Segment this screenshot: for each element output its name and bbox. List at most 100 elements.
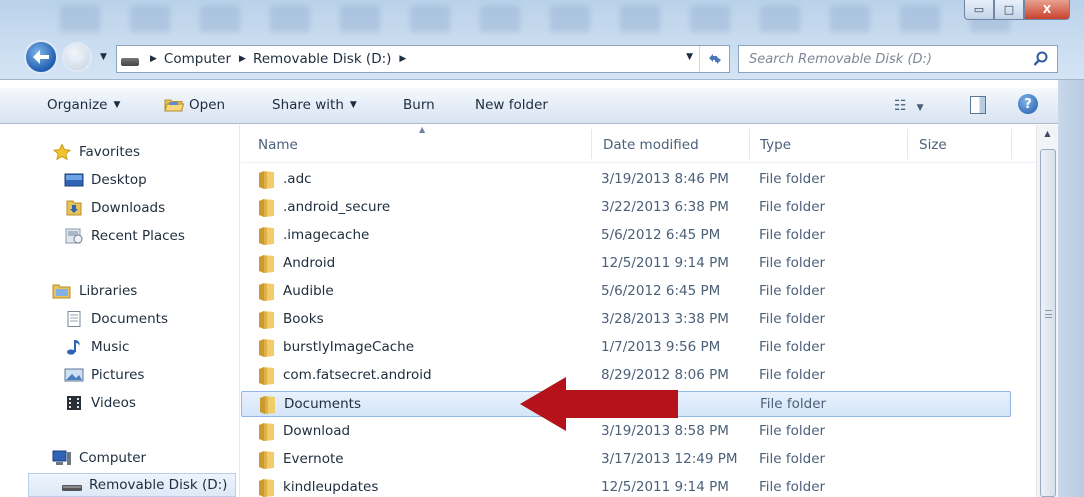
nav-item-label: Recent Places <box>91 228 185 244</box>
table-row[interactable]: Audible 5/6/2012 6:45 PM File folder <box>241 279 1011 305</box>
column-header-size[interactable]: Size <box>919 137 947 153</box>
documents-icon <box>67 311 81 327</box>
scroll-thumb[interactable] <box>1040 149 1056 497</box>
share-with-button[interactable]: Share with ▼ <box>272 97 357 113</box>
nav-item-label: Pictures <box>91 367 145 383</box>
table-row[interactable]: Books 3/28/2013 3:38 PM File folder <box>241 307 1011 333</box>
breadcrumb-computer[interactable]: Computer <box>164 51 231 67</box>
nav-item-documents[interactable]: Documents <box>64 309 168 329</box>
column-divider[interactable] <box>591 129 592 159</box>
chevron-down-icon: ▼ <box>349 100 357 110</box>
refresh-icon <box>708 54 721 64</box>
table-row[interactable]: burstlyImageCache 1/7/2013 9:56 PM File fo… <box>241 335 1011 361</box>
nav-libraries[interactable]: Libraries <box>52 281 137 301</box>
red-annotation-arrow <box>520 377 678 431</box>
minimize-button[interactable]: ▭ <box>964 0 994 20</box>
file-list: ▲ Name Date modified Type Size .adc 3/19/… <box>241 125 1036 497</box>
file-name: .imagecache <box>283 227 370 243</box>
file-name: .adc <box>283 171 312 187</box>
nav-item-removable-disk[interactable]: Removable Disk (D:) <box>28 473 236 497</box>
nav-item-music[interactable]: Music <box>64 337 129 357</box>
file-type: File folder <box>759 227 826 243</box>
address-bar[interactable]: ▶ Computer ▶ Removable Disk (D:) ▶ ▼ <box>116 45 730 73</box>
organize-button[interactable]: Organize ▼ <box>47 97 120 113</box>
search-icon[interactable] <box>1033 51 1049 67</box>
recent-places-icon <box>65 228 83 244</box>
nav-computer[interactable]: Computer <box>52 448 146 468</box>
nav-libraries-label: Libraries <box>79 283 138 299</box>
column-divider[interactable] <box>1011 129 1012 159</box>
file-date-modified: 3/17/2013 12:49 PM <box>601 451 738 467</box>
table-row[interactable]: .adc 3/19/2013 8:46 PM File folder <box>241 167 1011 193</box>
table-row[interactable]: Android 12/5/2011 9:14 PM File folder <box>241 251 1011 277</box>
maximize-button[interactable]: □ <box>994 0 1024 20</box>
folder-icon <box>260 396 275 414</box>
file-type: File folder <box>759 451 826 467</box>
address-dropdown-icon[interactable]: ▼ <box>686 52 693 62</box>
folder-icon <box>259 283 274 301</box>
file-name: Download <box>283 423 351 439</box>
file-type: File folder <box>759 311 826 327</box>
file-type: File folder <box>759 479 826 495</box>
open-button[interactable]: Open <box>164 97 225 113</box>
nav-item-downloads[interactable]: Downloads <box>64 198 165 218</box>
refresh-button[interactable] <box>699 46 729 72</box>
column-divider[interactable] <box>907 129 908 159</box>
close-button[interactable]: X <box>1024 0 1070 20</box>
nav-item-label: Desktop <box>91 172 147 188</box>
breadcrumb-separator[interactable]: ▶ <box>239 54 246 64</box>
folder-icon <box>259 199 274 217</box>
nav-item-desktop[interactable]: Desktop <box>64 170 147 190</box>
table-row[interactable]: Evernote 3/17/2013 12:49 PM File folder <box>241 447 1011 473</box>
open-label: Open <box>189 97 226 113</box>
file-type: File folder <box>759 171 826 187</box>
file-type: File folder <box>759 339 826 355</box>
column-header-type[interactable]: Type <box>760 137 791 153</box>
folder-icon <box>259 171 274 189</box>
file-name: Documents <box>284 396 361 412</box>
column-header-name[interactable]: Name <box>258 137 298 153</box>
change-view-button[interactable]: ☷ ▼ <box>894 98 923 114</box>
file-date-modified: 5/6/2012 6:45 PM <box>601 227 721 243</box>
nav-favorites[interactable]: Favorites <box>52 142 140 162</box>
help-icon[interactable]: ? <box>1018 94 1038 114</box>
breadcrumb-removable-disk[interactable]: Removable Disk (D:) <box>253 51 391 67</box>
sort-ascending-icon: ▲ <box>419 125 426 134</box>
file-name: Books <box>283 311 324 327</box>
table-row[interactable]: .imagecache 5/6/2012 6:45 PM File folder <box>241 223 1011 249</box>
breadcrumb-separator[interactable]: ▶ <box>150 54 157 64</box>
folder-icon <box>259 479 274 497</box>
nav-item-videos[interactable]: Videos <box>64 393 136 413</box>
folder-icon <box>259 451 274 469</box>
file-type: File folder <box>759 423 826 439</box>
preview-pane-icon[interactable] <box>970 96 986 114</box>
table-row[interactable]: kindleupdates 12/5/2011 9:14 PM File folde… <box>241 475 1011 497</box>
file-name: .android_secure <box>283 199 391 215</box>
file-type: File folder <box>760 396 827 412</box>
new-folder-button[interactable]: New folder <box>475 97 548 113</box>
close-icon: X <box>1042 3 1052 16</box>
file-date-modified: 3/28/2013 3:38 PM <box>601 311 729 327</box>
file-type: File folder <box>759 255 826 271</box>
column-header-date-modified[interactable]: Date modified <box>603 137 699 153</box>
column-divider[interactable] <box>749 129 750 159</box>
nav-item-pictures[interactable]: Pictures <box>64 365 144 385</box>
scroll-up-arrow-icon[interactable]: ▲ <box>1040 129 1055 143</box>
recent-pages-dropdown[interactable]: ▼ <box>100 52 107 62</box>
breadcrumb-separator[interactable]: ▶ <box>399 54 406 64</box>
file-date-modified: 5/6/2012 6:45 PM <box>601 283 721 299</box>
share-with-label: Share with <box>272 97 344 113</box>
forward-button[interactable] <box>62 42 92 72</box>
table-row[interactable]: .android_secure 3/22/2013 6:38 PM File fol… <box>241 195 1011 221</box>
window-controls: ▭ □ X <box>964 0 1070 20</box>
file-name: kindleupdates <box>283 479 379 495</box>
search-input[interactable] <box>749 51 1019 67</box>
nav-item-recent-places[interactable]: Recent Places <box>64 226 185 246</box>
back-button[interactable] <box>24 40 58 74</box>
star-icon <box>52 144 72 160</box>
blurred-toolbar-background <box>60 6 1040 32</box>
vertical-scrollbar[interactable]: ▲ <box>1036 125 1058 497</box>
burn-button[interactable]: Burn <box>403 97 435 113</box>
nav-item-label: Removable Disk (D:) <box>89 477 228 493</box>
command-bar: Organize ▼ Open Share with ▼ Burn New fold… <box>0 88 1084 124</box>
